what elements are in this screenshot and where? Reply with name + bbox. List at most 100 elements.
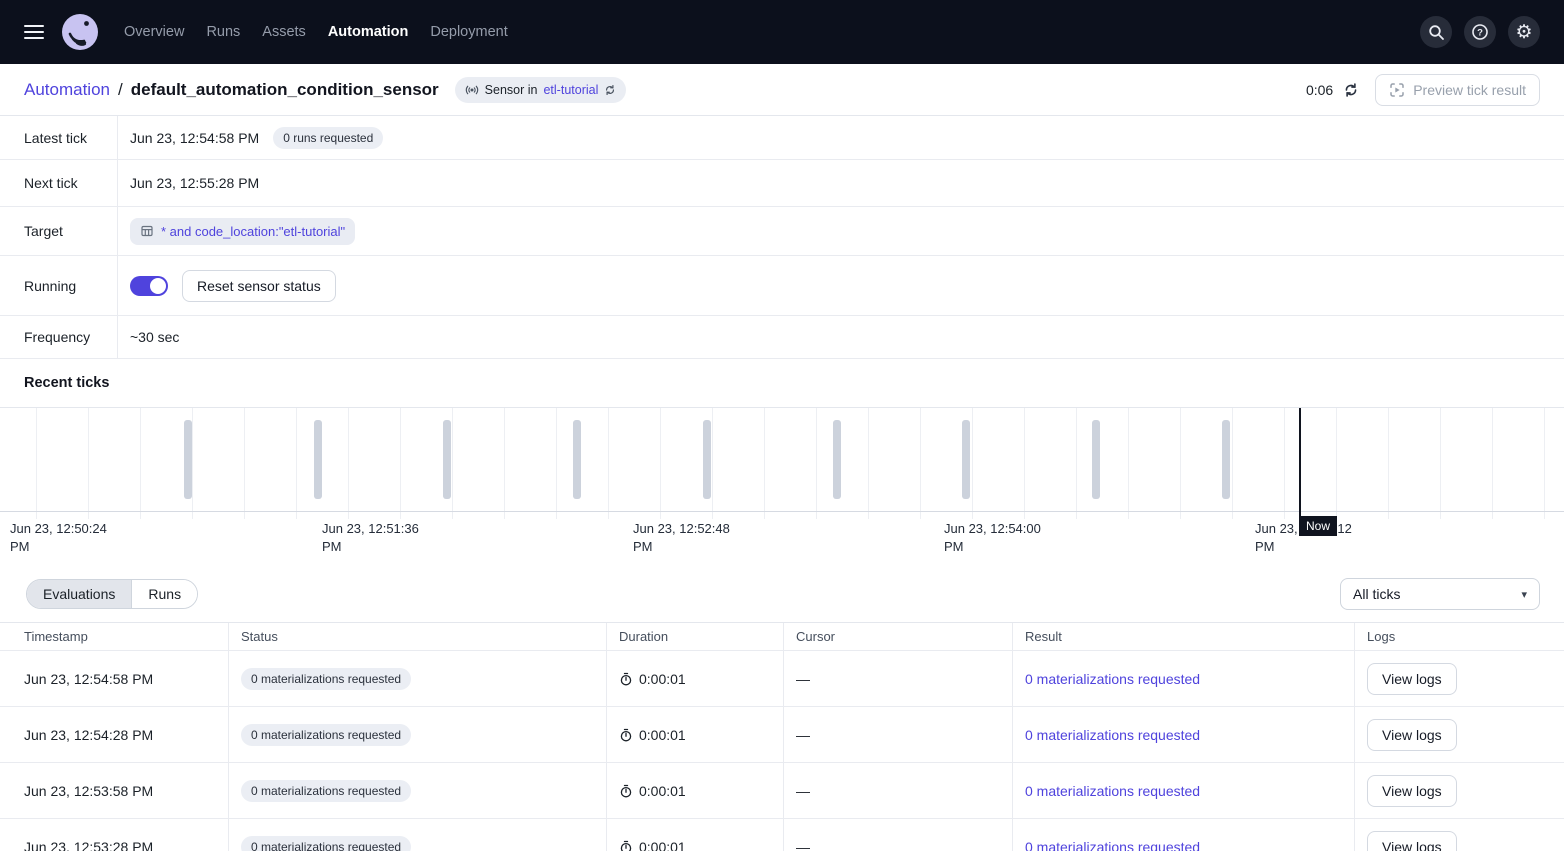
settings-button[interactable]: ⚙ [1508,16,1540,48]
view-logs-button[interactable]: View logs [1367,719,1457,751]
sensor-icon [465,83,479,97]
tab-evaluations[interactable]: Evaluations [27,580,132,608]
tick-bar[interactable] [573,420,581,499]
frequency-value: ~30 sec [130,329,179,345]
help-icon: ? [1471,23,1489,41]
timeline-gridline [1232,408,1233,519]
ticks-table-header: Timestamp Status Duration Cursor Result … [0,623,1564,651]
stopwatch-icon [619,840,633,851]
timeline-gridline [816,408,817,519]
ticks-controls-row: Evaluations Runs All ticks ▾ [0,565,1564,623]
dagster-logo-icon[interactable] [60,12,100,52]
nav-item-runs[interactable]: Runs [204,18,242,46]
timeline-axis [0,511,1564,512]
nav-item-automation[interactable]: Automation [326,18,411,46]
timeline-axis-label: Jun 23, 12:51:36PM [322,520,419,556]
help-button[interactable]: ? [1464,16,1496,48]
view-logs-button[interactable]: View logs [1367,831,1457,851]
timeline-gridline [1336,408,1337,519]
latest-tick-status-badge: 0 runs requested [273,127,383,149]
timeline-axis-label: Jun 23, 12:50:24PM [10,520,107,556]
tick-timestamp: Jun 23, 12:54:58 PM [0,651,229,706]
tick-cursor: — [784,819,1013,851]
page-title: default_automation_condition_sensor [131,80,439,100]
tick-bar[interactable] [1092,420,1100,499]
asset-table-icon [140,224,154,238]
stopwatch-icon [619,728,633,742]
column-header-timestamp: Timestamp [0,623,229,650]
tick-duration: 0:00:01 [639,727,686,743]
tick-bar[interactable] [184,420,192,499]
timeline-gridline [1492,408,1493,519]
timeline-gridline [452,408,453,519]
stopwatch-icon [619,672,633,686]
tick-bar[interactable] [1222,420,1230,499]
breadcrumb-automation-link[interactable]: Automation [24,80,110,100]
timeline-gridline [88,408,89,519]
timeline-gridline [1388,408,1389,519]
tick-result-link[interactable]: 0 materializations requested [1025,839,1200,851]
badge-refresh-icon[interactable] [604,84,616,96]
detail-row-next-tick: Next tick Jun 23, 12:55:28 PM [0,160,1564,207]
timeline-gridline [400,408,401,519]
sensor-location-badge: Sensor in etl-tutorial [455,77,627,103]
sensor-badge-text: Sensor in [485,83,538,97]
nav-item-deployment[interactable]: Deployment [428,18,509,46]
view-logs-button[interactable]: View logs [1367,663,1457,695]
target-selection-chip[interactable]: * and code_location:"etl-tutorial" [130,218,355,245]
view-logs-button[interactable]: View logs [1367,775,1457,807]
detail-row-target: Target * and code_location:"etl-tutorial… [0,207,1564,256]
column-header-logs: Logs [1355,623,1564,650]
refresh-countdown: 0:06 [1306,82,1333,98]
timeline-gridline [192,408,193,519]
gear-icon: ⚙ [1515,23,1532,42]
running-toggle[interactable] [130,276,168,296]
detail-row-running: Running Reset sensor status [0,256,1564,316]
timeline-axis-label: Jun 23, 12:52:48PM [633,520,730,556]
tick-bar[interactable] [703,420,711,499]
timeline-gridline [972,408,973,519]
tick-bar[interactable] [443,420,451,499]
top-navbar: Overview Runs Assets Automation Deployme… [0,0,1564,64]
timeline-gridline [608,408,609,519]
header-actions: 0:06 Preview tick result [1306,74,1540,106]
timeline-gridline [1544,408,1545,519]
tick-bar[interactable] [833,420,841,499]
preview-tick-result-button[interactable]: Preview tick result [1375,74,1540,106]
timeline-gridline [140,408,141,519]
toggle-knob [150,278,166,294]
menu-icon[interactable] [24,25,44,39]
code-location-link[interactable]: etl-tutorial [543,83,598,97]
tick-timestamp: Jun 23, 12:54:28 PM [0,707,229,762]
tick-result-link[interactable]: 0 materializations requested [1025,783,1200,799]
nav-item-assets[interactable]: Assets [260,18,308,46]
tick-result-link[interactable]: 0 materializations requested [1025,727,1200,743]
tick-bar[interactable] [314,420,322,499]
svg-text:?: ? [1477,28,1483,39]
tick-bar[interactable] [962,420,970,499]
detail-label: Latest tick [0,116,118,159]
preview-icon [1389,82,1405,98]
table-row: Jun 23, 12:54:58 PM 0 materializations r… [0,651,1564,707]
tick-filter-select[interactable]: All ticks ▾ [1340,578,1540,610]
tab-runs[interactable]: Runs [132,580,197,608]
timeline-gridline [1076,408,1077,519]
next-tick-time: Jun 23, 12:55:28 PM [130,175,259,191]
nav-actions: ? ⚙ [1420,16,1540,48]
stopwatch-icon [619,784,633,798]
tick-duration: 0:00:01 [639,839,686,851]
search-button[interactable] [1420,16,1452,48]
tick-duration: 0:00:01 [639,783,686,799]
refresh-button[interactable] [1343,82,1359,98]
nav-item-overview[interactable]: Overview [122,18,186,46]
column-header-cursor: Cursor [784,623,1013,650]
tick-result-link[interactable]: 0 materializations requested [1025,671,1200,687]
chevron-down-icon: ▾ [1521,588,1527,601]
timeline-gridline [868,408,869,519]
detail-label: Running [0,256,118,315]
breadcrumb-separator: / [118,80,123,100]
timeline-gridline [764,408,765,519]
reset-sensor-status-button[interactable]: Reset sensor status [182,270,336,302]
view-mode-tabs: Evaluations Runs [26,579,198,609]
now-marker-line [1299,408,1301,521]
